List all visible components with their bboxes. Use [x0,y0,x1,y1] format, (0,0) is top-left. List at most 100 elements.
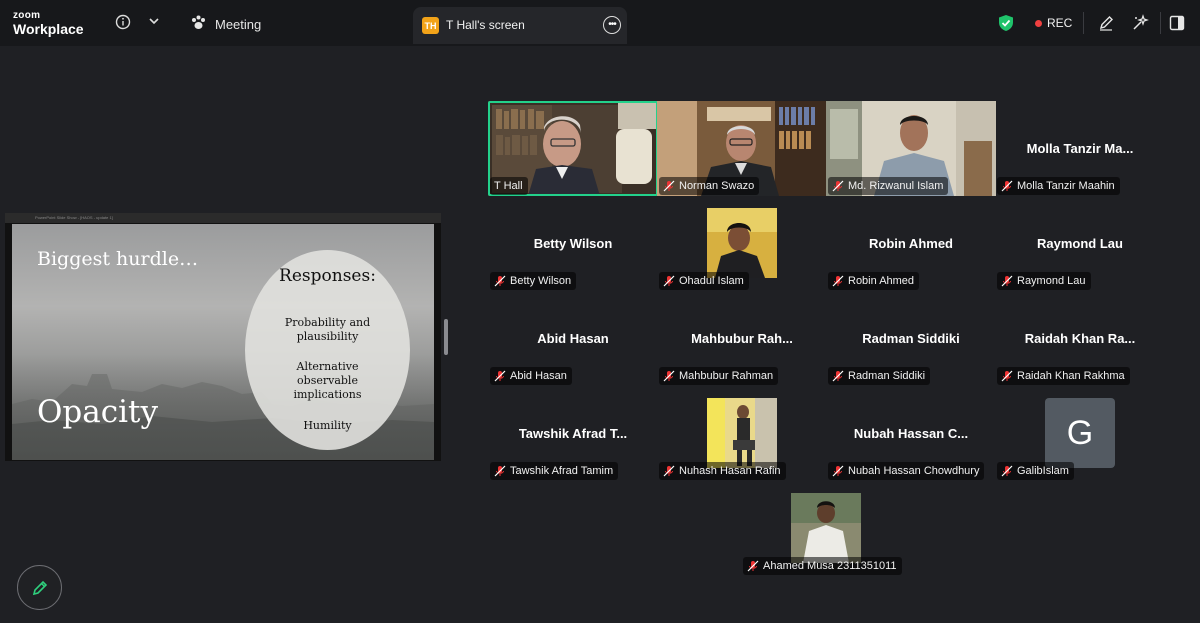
chevron-down-icon[interactable] [146,13,162,29]
slideshow-window-caption: PowerPoint Slide Show - [HAOS - update 1… [5,213,441,223]
mic-muted-icon [1001,180,1013,192]
participant-name: Abid Hasan [510,370,567,382]
resize-handle[interactable] [444,319,448,355]
participant-name: Nubah Hassan Chowdhury [848,465,980,477]
presenter-badge: TH [422,17,439,34]
participant-tile-molla-tanzir-maahin[interactable]: Molla Tanzir Ma... Molla Tanzir Maahin [995,101,1165,196]
zoom-workplace-logo: zoom Workplace [13,10,84,37]
participant-nameplate: Abid Hasan [490,367,572,385]
record-dot-icon [1035,19,1042,27]
participant-tile-robin-ahmed[interactable]: Robin Ahmed Robin Ahmed [826,196,996,291]
mic-muted-icon [832,275,844,287]
participant-tile-galibislam[interactable]: G GalibIslam [995,386,1165,481]
logo-line2: Workplace [13,21,84,37]
mic-muted-icon [1001,465,1013,477]
screen-share-tab[interactable]: TH T Hall's screen ••• [413,7,627,44]
participant-nameplate: Ahamed Musa 2311351011 [743,557,902,575]
participant-nameplate: Raidah Khan Rakhma [997,367,1130,385]
slide-title: Biggest hurdle… [37,248,199,270]
presentation-slide: Biggest hurdle… Opacity Responses: Proba… [12,224,434,460]
participant-tile-raidah-khan-rakhma[interactable]: Raidah Khan Ra... Raidah Khan Rakhma [995,291,1165,386]
participant-nameplate: Molla Tanzir Maahin [997,177,1120,195]
mic-muted-icon [1001,275,1013,287]
participant-name: Ohadul Islam [679,275,744,287]
ai-companion-icon[interactable] [1129,12,1151,34]
mic-muted-icon [663,180,675,192]
participant-display-name: Nubah Hassan C... [853,426,969,441]
participant-tile-t-hall[interactable]: T Hall [488,101,658,196]
participant-name: Raymond Lau [1017,275,1086,287]
participant-name: Nuhash Hasan Rafin [679,465,781,477]
mic-muted-icon [494,370,506,382]
participant-name: T Hall [494,180,523,192]
mic-muted-icon [663,370,675,382]
participant-nameplate: T Hall [490,177,528,195]
response-item: Alternative observable implications [293,360,362,401]
participant-name: Ahamed Musa 2311351011 [763,560,897,572]
annotate-fab-button[interactable] [17,565,62,610]
top-bar: zoom Workplace Meeting TH T Hall's scree… [0,0,1200,46]
annotate-pen-icon[interactable] [1096,13,1116,33]
recording-indicator[interactable]: REC [1035,16,1072,30]
more-options-icon[interactable]: ••• [603,16,621,34]
participant-tile-tawshik-afrad-tamim[interactable]: Tawshik Afrad T... Tawshik Afrad Tamim [488,386,658,481]
participant-name: Tawshik Afrad Tamim [510,465,614,477]
participant-display-name: Molla Tanzir Ma... [1026,141,1134,156]
participant-nameplate: Nubah Hassan Chowdhury [828,462,985,480]
participant-display-name: Abid Hasan [537,331,609,346]
meeting-tab[interactable]: Meeting [190,14,261,34]
mic-muted-icon [663,275,675,287]
participant-name: Robin Ahmed [848,275,915,287]
participant-nameplate: Ohadul Islam [659,272,749,290]
logo-line1: zoom [13,10,41,21]
participant-tile-betty-wilson[interactable]: Betty Wilson Betty Wilson [488,196,658,291]
participant-tile-nubah-hassan-chowdhury[interactable]: Nubah Hassan C... Nubah Hassan Chowdhury [826,386,996,481]
participant-tile-nuhash-hasan-rafin[interactable]: Nuhash Hasan Rafin [657,386,827,481]
participant-display-name: Robin Ahmed [868,236,953,251]
mic-muted-icon [832,180,844,192]
mic-muted-icon [832,465,844,477]
participant-nameplate: Mahbubur Rahman [659,367,779,385]
participant-nameplate: Raymond Lau [997,272,1091,290]
participant-name: GalibIslam [1017,465,1069,477]
participant-display-name: Raidah Khan Ra... [1024,331,1136,346]
participant-nameplate: Md. Rizwanul Islam [828,177,949,195]
rec-label: REC [1047,16,1073,30]
paw-icon [190,14,207,34]
participant-display-name: Mahbubur Rah... [691,331,793,346]
mic-muted-icon [747,560,759,572]
screen-share-tab-label: T Hall's screen [446,18,525,32]
participant-name: Raidah Khan Rakhma [1017,370,1125,382]
participant-name: Betty Wilson [510,275,572,287]
pencil-icon [32,580,47,595]
participant-tile-ohadul-islam[interactable]: Ohadul Islam [657,196,827,291]
participant-tile-ahamed-musa[interactable]: Ahamed Musa 2311351011 [741,481,931,576]
participant-profile-photo [707,398,777,468]
participant-nameplate: GalibIslam [997,462,1074,480]
info-icon[interactable] [114,13,132,31]
divider [1160,12,1161,34]
response-item: Humility [303,419,352,432]
layout-view-icon[interactable] [1167,13,1187,33]
shared-screen[interactable]: PowerPoint Slide Show - [HAOS - update 1… [5,213,441,461]
participant-tile-abid-hasan[interactable]: Abid Hasan Abid Hasan [488,291,658,386]
participant-nameplate: Nuhash Hasan Rafin [659,462,786,480]
participant-name: Md. Rizwanul Islam [848,180,944,192]
slide-keyword: Opacity [37,394,158,430]
participant-tile-radman-siddiki[interactable]: Radman Siddiki Radman Siddiki [826,291,996,386]
participant-tile-mahbubur-rahman[interactable]: Mahbubur Rah... Mahbubur Rahman [657,291,827,386]
participant-display-name: Betty Wilson [533,236,613,251]
participant-tile-norman-swazo[interactable]: Norman Swazo [657,101,827,196]
divider [1083,12,1084,34]
participant-nameplate: Radman Siddiki [828,367,931,385]
mic-muted-icon [832,370,844,382]
participant-nameplate: Betty Wilson [490,272,577,290]
mic-muted-icon [494,465,506,477]
participant-profile-photo [791,493,861,563]
participant-tile-rizwanul-islam[interactable]: Md. Rizwanul Islam [826,101,996,196]
participant-name: Molla Tanzir Maahin [1017,180,1115,192]
shield-check-icon[interactable] [997,13,1015,33]
responses-heading: Responses: [279,266,376,286]
mic-muted-icon [494,275,506,287]
participant-tile-raymond-lau[interactable]: Raymond Lau Raymond Lau [995,196,1165,291]
